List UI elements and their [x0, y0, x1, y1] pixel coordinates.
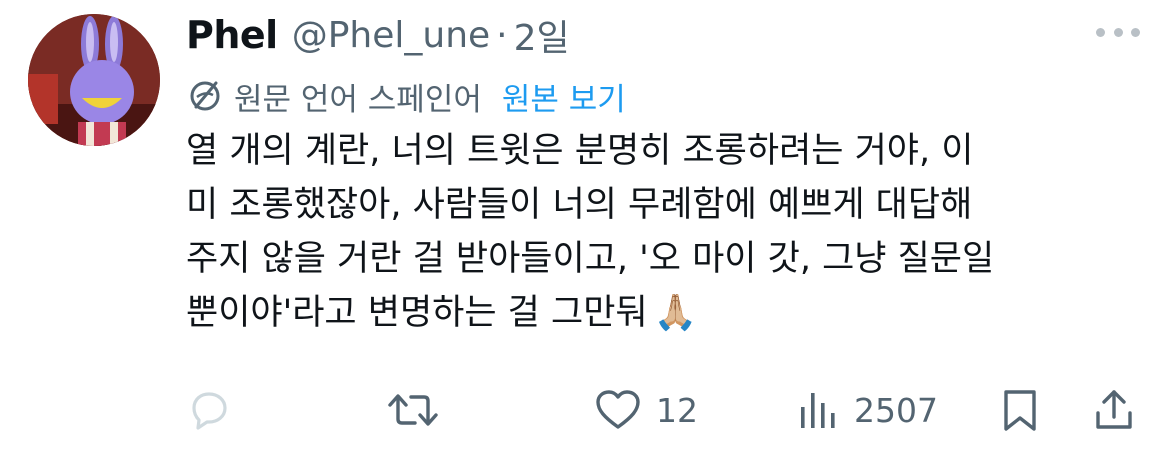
more-icon[interactable] — [1096, 20, 1140, 44]
action-bar: 12 2507 — [186, 382, 1142, 438]
folded-hands-emoji: 🙏🏼 — [653, 293, 698, 333]
bookmark-icon — [1004, 390, 1036, 431]
tweet-header: Phel @Phel_une · 2일 — [186, 10, 570, 60]
retweet-button[interactable] — [386, 382, 440, 438]
tweet-text-line-last: 뿐이야'라고 변명하는 걸 그만둬 🙏🏼 — [186, 286, 1146, 340]
views-button[interactable]: 2507 — [798, 382, 938, 438]
view-count: 2507 — [854, 390, 938, 430]
avatar[interactable] — [28, 14, 160, 146]
translation-label: 원문 언어 스페인어 — [234, 81, 482, 118]
tweet-text-line: 미 조롱했잖아, 사람들이 너의 무례함에 예쁘게 대답해 — [186, 185, 973, 225]
like-button[interactable]: 12 — [594, 382, 698, 438]
more-dot — [1113, 27, 1123, 37]
timestamp[interactable]: 2일 — [514, 9, 570, 61]
author-name[interactable]: Phel — [186, 13, 278, 57]
translation-info: 원문 언어 스페인어 원본 보기 — [188, 74, 626, 118]
reply-icon — [192, 392, 227, 430]
avatar-image — [28, 14, 160, 146]
show-original-link[interactable]: 원본 보기 — [502, 74, 626, 119]
like-count: 12 — [656, 390, 698, 430]
heart-icon — [596, 390, 640, 429]
tweet-text-line: 주지 않을 거란 걸 받아들이고, '오 마이 갓, 그냥 질문일 — [186, 239, 995, 279]
tweet-text-line: 열 개의 계란, 너의 트윗은 분명히 조롱하려는 거야, 이 — [186, 131, 974, 171]
bookmark-button[interactable] — [998, 382, 1042, 438]
separator: · — [496, 14, 508, 56]
more-dot — [1096, 27, 1105, 37]
tweet-text: 열 개의 계란, 너의 트윗은 분명히 조롱하려는 거야, 이 미 조롱했잖아,… — [186, 124, 1146, 340]
share-icon — [1096, 390, 1132, 429]
author-handle[interactable]: @Phel_une — [292, 15, 490, 56]
globe-translate-icon — [190, 81, 220, 111]
views-bar-chart-icon — [801, 393, 835, 428]
share-button[interactable] — [1092, 382, 1136, 438]
reply-button[interactable] — [186, 382, 232, 438]
tweet-text-line: 뿐이야'라고 변명하는 걸 그만둬 — [186, 293, 648, 333]
more-dot — [1131, 27, 1140, 37]
retweet-icon — [388, 394, 438, 426]
